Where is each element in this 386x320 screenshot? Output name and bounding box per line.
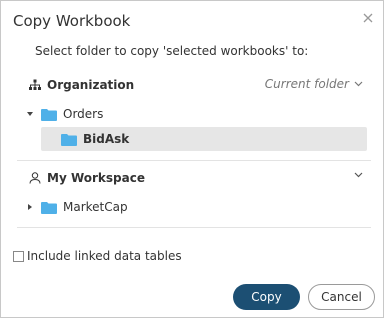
tree-item-marketcap[interactable]: MarketCap xyxy=(25,195,128,219)
include-linked-option[interactable]: Include linked data tables xyxy=(13,249,182,263)
workspace-header[interactable]: My Workspace xyxy=(29,167,145,189)
tree-item-orders[interactable]: Orders xyxy=(25,102,103,126)
cancel-button[interactable]: Cancel xyxy=(308,284,375,310)
folder-icon xyxy=(61,133,77,146)
include-linked-checkbox[interactable] xyxy=(13,250,24,262)
copy-button[interactable]: Copy xyxy=(233,284,300,310)
copy-workbook-dialog: Copy Workbook Select folder to copy 'sel… xyxy=(0,0,384,318)
include-linked-label: Include linked data tables xyxy=(27,249,182,263)
tree-item-label: MarketCap xyxy=(63,200,128,214)
user-icon xyxy=(29,172,41,184)
expand-caret-icon[interactable] xyxy=(25,109,35,119)
current-folder-dropdown[interactable]: Current folder xyxy=(265,77,363,91)
dialog-title: Copy Workbook xyxy=(13,12,131,30)
dialog-subtitle: Select folder to copy 'selected workbook… xyxy=(35,44,309,58)
folder-icon xyxy=(41,108,57,121)
collapse-caret-icon[interactable] xyxy=(25,202,35,212)
tree-item-bidask[interactable]: BidAsk xyxy=(61,127,129,151)
tree-item-label: Orders xyxy=(63,107,104,121)
workspace-label: My Workspace xyxy=(47,171,145,185)
section-divider xyxy=(17,227,371,228)
organization-icon xyxy=(29,79,41,90)
organization-label: Organization xyxy=(47,78,135,92)
close-icon[interactable] xyxy=(361,11,375,25)
tree-item-label: BidAsk xyxy=(83,132,130,146)
section-divider xyxy=(17,160,371,161)
chevron-down-icon[interactable] xyxy=(354,172,363,178)
chevron-down-icon xyxy=(354,81,363,87)
folder-icon xyxy=(41,201,57,214)
organization-header[interactable]: Organization xyxy=(29,74,134,96)
current-folder-label: Current folder xyxy=(264,77,349,91)
